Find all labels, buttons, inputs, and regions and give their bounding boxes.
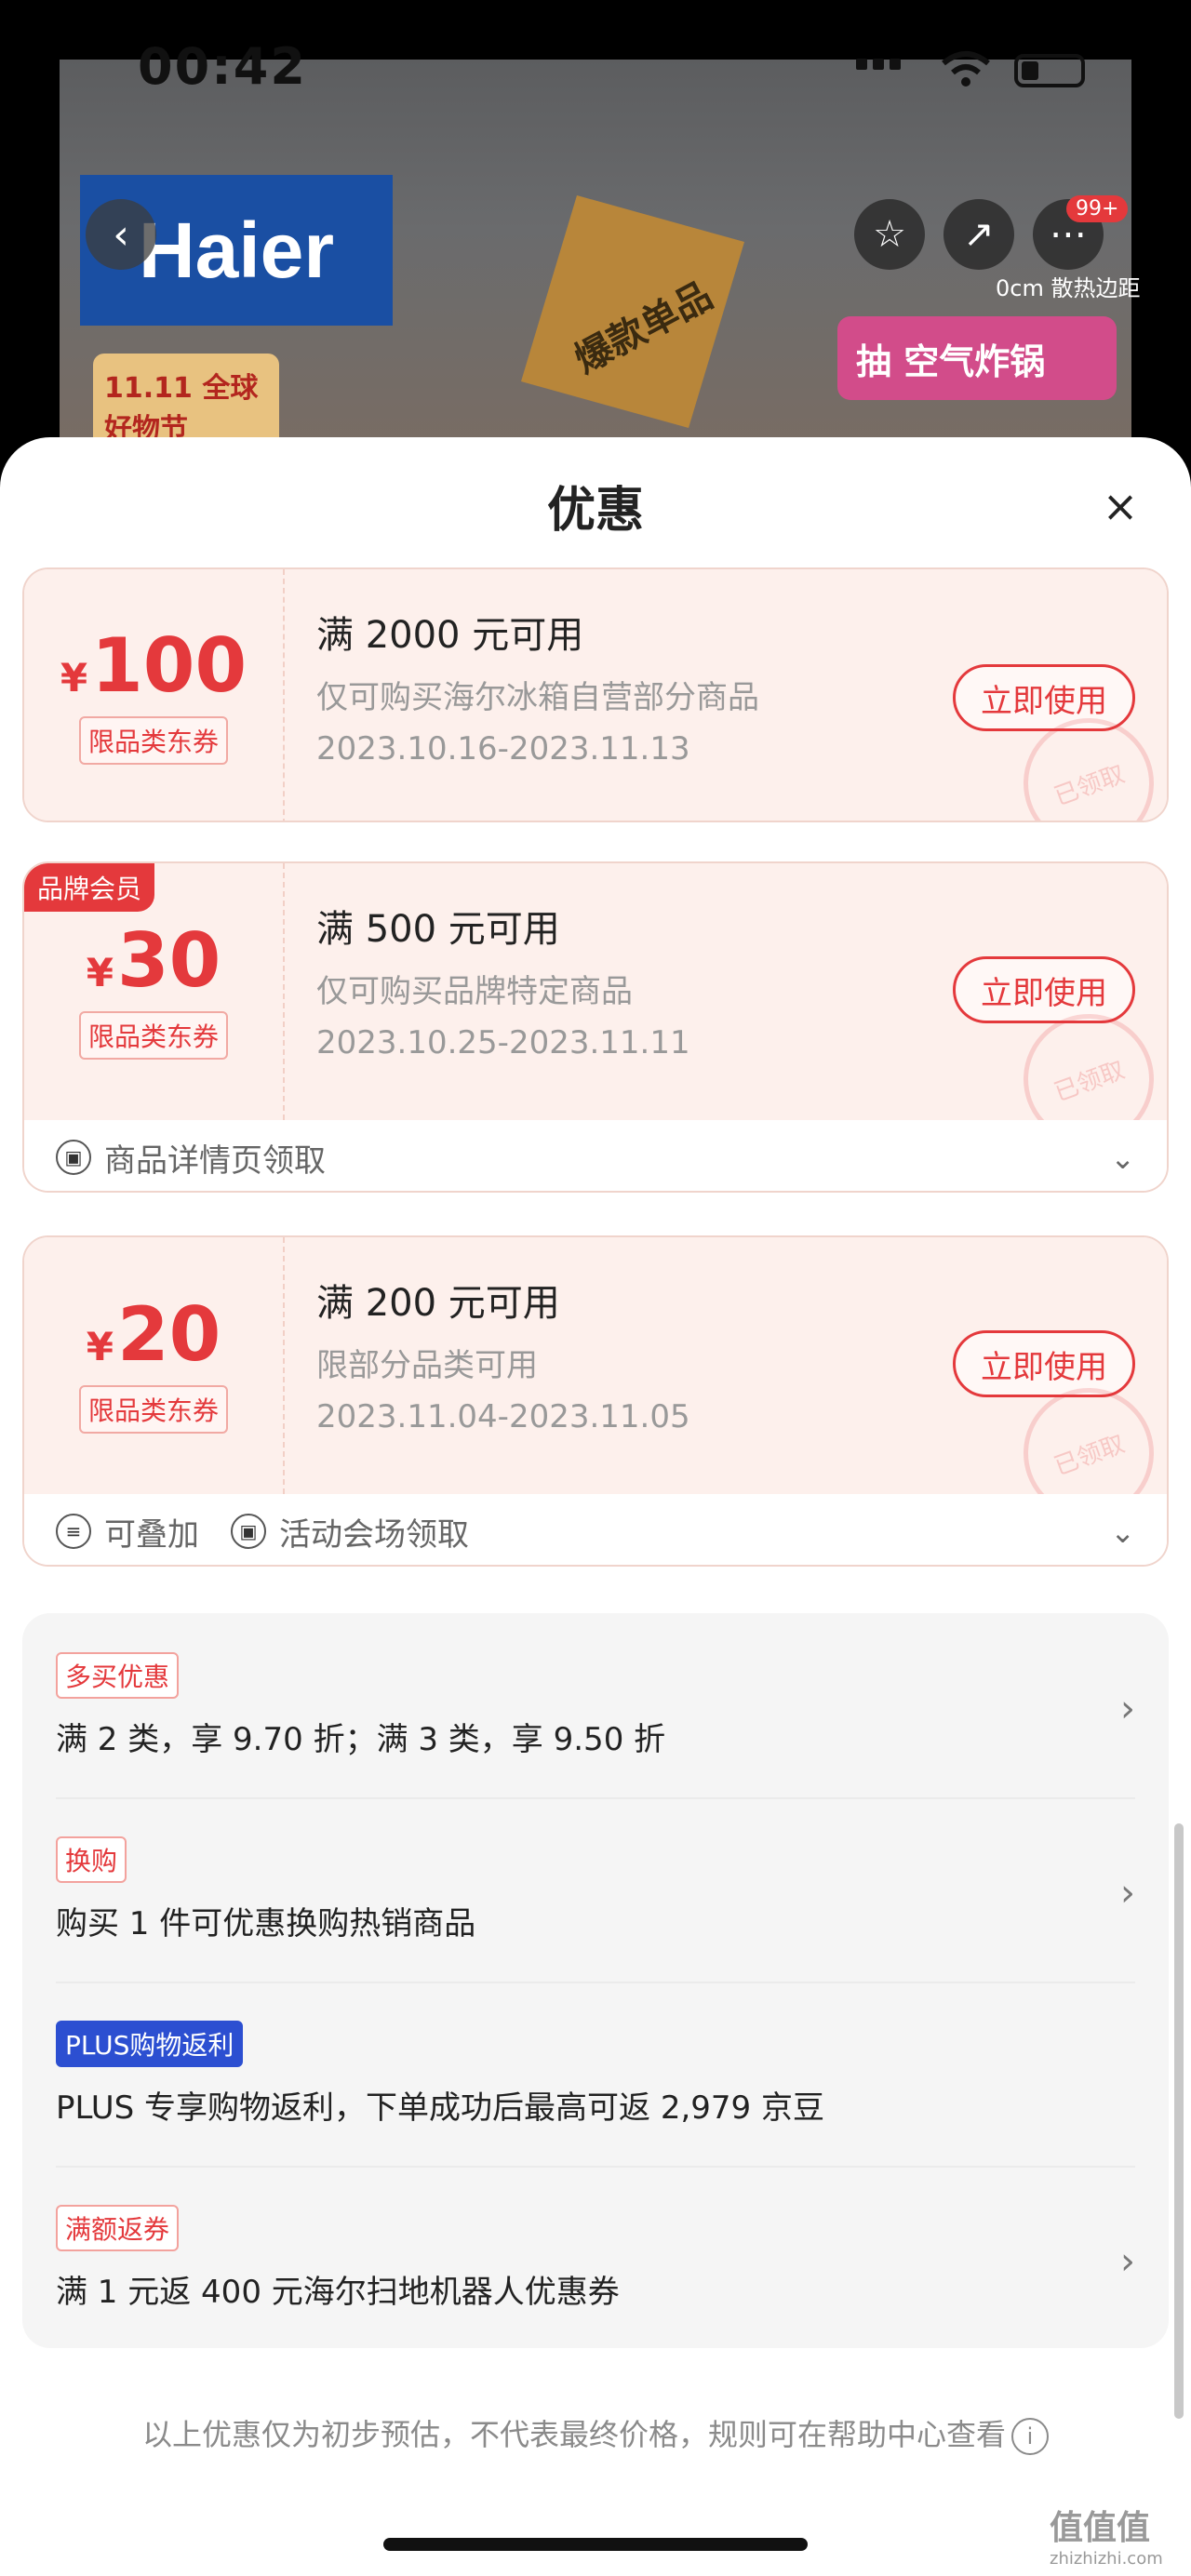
- promo-item-multi-buy[interactable]: 多买优惠 满 2 类，享 9.70 折；满 3 类，享 9.50 折 ›: [56, 1613, 1135, 1799]
- watermark-url: zhizhizhi.com: [1050, 2549, 1163, 2569]
- promo-tag: 换购: [56, 1836, 127, 1883]
- stack-icon: ≡: [56, 1514, 91, 1549]
- amount-value: 100: [91, 622, 248, 709]
- coupon-amount-area: ¥ 100 限品类东券: [24, 569, 285, 821]
- coupon-condition: 满 2000 元可用: [316, 614, 584, 657]
- status-time: 00:42: [138, 37, 307, 96]
- coupon-scope: 仅可购买品牌特定商品: [316, 973, 633, 1010]
- signal-icon: [856, 56, 921, 93]
- promo-desc: 满 2 类，享 9.70 折；满 3 类，享 9.50 折: [56, 1721, 666, 1758]
- home-indicator[interactable]: [383, 2538, 808, 2551]
- plus-tag: PLUS购物返利: [56, 2021, 244, 2067]
- use-now-button[interactable]: 立即使用: [953, 956, 1135, 1023]
- footer-note-text: 以上优惠仅为初步预估，不代表最终价格，规则可在帮助中心查看: [141, 2417, 1006, 2452]
- info-icon[interactable]: i: [1011, 2418, 1049, 2455]
- use-now-button[interactable]: 立即使用: [953, 1330, 1135, 1397]
- coupon-amount: ¥ 30: [87, 924, 221, 998]
- close-icon[interactable]: ×: [1098, 481, 1143, 531]
- ticket-icon: ▣: [56, 1140, 91, 1175]
- promo-item-exchange[interactable]: 换购 购买 1 件可优惠换购热销商品 ›: [56, 1797, 1135, 1983]
- stackable-item: ≡ 可叠加: [56, 1509, 199, 1555]
- promo-tag: 多买优惠: [56, 1652, 180, 1699]
- currency-symbol: ¥: [60, 655, 88, 701]
- promo-desc: 购买 1 件可优惠换购热销商品: [56, 1905, 476, 1942]
- coupon-type-tag: 限品类东券: [78, 1385, 228, 1434]
- currency-symbol: ¥: [86, 1324, 114, 1369]
- coupon-source-row[interactable]: ≡ 可叠加 ▣ 活动会场领取 ⌄: [24, 1494, 1167, 1565]
- promo-desc: 满 1 元返 400 元海尔扫地机器人优惠券: [56, 2274, 620, 2311]
- back-icon[interactable]: ‹: [86, 199, 156, 270]
- status-bar: 00:42: [0, 0, 1191, 102]
- air-fryer-promo[interactable]: 抽 空气炸锅: [837, 316, 1117, 400]
- chevron-down-icon[interactable]: ⌄: [1110, 1141, 1135, 1176]
- coupon-info: 满 2000 元可用 仅可购买海尔冰箱自营部分商品 2023.10.16-202…: [316, 605, 759, 767]
- source-item: ▣ 活动会场领取: [231, 1509, 469, 1555]
- source-item: ▣ 商品详情页领取: [56, 1135, 326, 1181]
- coupon-body: ¥ 20 限品类东券 满 200 元可用 限部分品类可用 2023.11.04-…: [24, 1237, 1167, 1537]
- favorite-star-icon[interactable]: ☆: [854, 199, 925, 270]
- coupon-info: 满 200 元可用 限部分品类可用 2023.11.04-2023.11.05: [316, 1273, 690, 1435]
- coupon-amount: ¥ 100: [60, 629, 247, 703]
- coupon-type-tag: 限品类东券: [78, 716, 228, 765]
- coupon-type-tag: 限品类东券: [78, 1011, 228, 1060]
- currency-symbol: ¥: [86, 950, 114, 995]
- coupon-card: ¥ 20 限品类东券 满 200 元可用 限部分品类可用 2023.11.04-…: [22, 1235, 1169, 1567]
- promo-item-plus-rebate: PLUS购物返利 PLUS 专享购物返利，下单成功后最高可返 2,979 京豆: [56, 1982, 1135, 2168]
- battery-icon: [1014, 54, 1085, 87]
- wifi-icon: [940, 50, 992, 89]
- coupon-scope: 限部分品类可用: [316, 1347, 538, 1384]
- coupon-condition: 满 200 元可用: [316, 1282, 560, 1325]
- coupon-card: ¥ 100 限品类东券 满 2000 元可用 仅可购买海尔冰箱自营部分商品 20…: [22, 567, 1169, 822]
- share-icon[interactable]: ↗: [943, 199, 1014, 270]
- scrollbar[interactable]: [1174, 1823, 1184, 2419]
- ticket-icon: ▣: [231, 1514, 266, 1549]
- coupon-condition: 满 500 元可用: [316, 908, 560, 951]
- chevron-down-icon[interactable]: ⌄: [1110, 1515, 1135, 1550]
- watermark-text: 值值值: [1050, 2509, 1151, 2547]
- promo-item-coupon-return[interactable]: 满额返券 满 1 元返 400 元海尔扫地机器人优惠券 ›: [56, 2166, 1135, 2350]
- coupon-amount: ¥ 20: [87, 1298, 221, 1372]
- coupon-info: 满 500 元可用 仅可购买品牌特定商品 2023.10.25-2023.11.…: [316, 899, 690, 1061]
- coupon-amount-area: ¥ 20 限品类东券: [24, 1237, 285, 1494]
- distance-label: 0cm 散热边距: [996, 275, 1141, 301]
- cart-badge: 99+: [1066, 195, 1129, 222]
- promo-desc: PLUS 专享购物返利，下单成功后最高可返 2,979 京豆: [56, 2089, 824, 2127]
- promo-tag: 满额返券: [56, 2205, 180, 2251]
- source-label: 商品详情页领取: [104, 1141, 326, 1180]
- chevron-right-icon[interactable]: ›: [1120, 1872, 1135, 1915]
- coupon-source-row[interactable]: ▣ 商品详情页领取 ⌄: [24, 1120, 1167, 1191]
- chevron-right-icon[interactable]: ›: [1120, 2240, 1135, 2283]
- coupon-body: 品牌会员 ¥ 30 限品类东券 满 500 元可用 仅可购买品牌特定商品 202…: [24, 863, 1167, 1163]
- coupon-amount-area: ¥ 30 限品类东券: [24, 863, 285, 1120]
- promotions-panel: 多买优惠 满 2 类，享 9.70 折；满 3 类，享 9.50 折 › 换购 …: [22, 1613, 1169, 2348]
- stackable-label: 可叠加: [104, 1515, 199, 1554]
- sheet-title: 优惠: [546, 483, 644, 539]
- amount-value: 20: [116, 1291, 221, 1378]
- coupon-card: 品牌会员 ¥ 30 限品类东券 满 500 元可用 仅可购买品牌特定商品 202…: [22, 861, 1169, 1193]
- coupon-date: 2023.10.25-2023.11.11: [316, 1024, 690, 1061]
- footer-note: 以上优惠仅为初步预估，不代表最终价格，规则可在帮助中心查看 i: [0, 2411, 1191, 2455]
- chevron-right-icon[interactable]: ›: [1120, 1688, 1135, 1730]
- coupon-scope: 仅可购买海尔冰箱自营部分商品: [316, 679, 759, 716]
- watermark: 值值值 zhizhizhi.com: [1050, 2501, 1163, 2569]
- coupon-body: ¥ 100 限品类东券 满 2000 元可用 仅可购买海尔冰箱自营部分商品 20…: [24, 569, 1167, 821]
- coupon-date: 2023.11.04-2023.11.05: [316, 1398, 690, 1435]
- amount-value: 30: [116, 917, 221, 1004]
- source-label: 活动会场领取: [279, 1515, 469, 1554]
- coupon-date: 2023.10.16-2023.11.13: [316, 730, 690, 767]
